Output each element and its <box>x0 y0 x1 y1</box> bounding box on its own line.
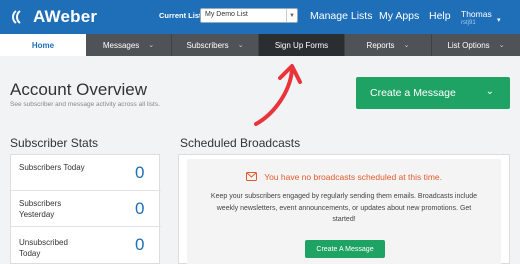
current-list-label: Current List: <box>159 11 204 20</box>
logo-text: AWeber <box>33 7 98 26</box>
subscriber-stats-panel: Subscribers Today 0 Subscribers Yesterda… <box>10 154 161 264</box>
create-message-label: Create a Message <box>370 87 456 99</box>
scheduled-broadcasts-panel: You have no broadcasts scheduled at this… <box>178 154 510 264</box>
tab-home-label: Home <box>31 40 55 50</box>
current-list-value: My Demo List <box>205 11 248 18</box>
broadcasts-empty-state: You have no broadcasts scheduled at this… <box>187 159 501 264</box>
stat-value[interactable]: 0 <box>135 235 144 255</box>
chevron-down-icon: ▼ <box>286 9 297 22</box>
stat-row: Subscribers Today 0 <box>11 155 161 191</box>
stat-label: Subscribers Today <box>19 163 85 172</box>
tab-sign-up-forms-label: Sign Up Forms <box>274 40 329 50</box>
scheduled-broadcasts-title: Scheduled Broadcasts <box>180 136 301 150</box>
main-nav: Home Messages ⌄ Subscribers ⌄ Sign Up Fo… <box>0 34 520 56</box>
stat-value[interactable]: 0 <box>135 199 144 219</box>
manage-lists-link[interactable]: Manage Lists <box>310 10 372 22</box>
aweber-logo-icon <box>10 7 30 27</box>
user-account-id: rstj91 <box>461 20 476 26</box>
chevron-down-icon: ⌄ <box>403 42 410 49</box>
tab-sign-up-forms[interactable]: Sign Up Forms <box>259 34 345 56</box>
tab-subscribers-label: Subscribers <box>186 40 229 50</box>
chevron-down-icon: ⌄ <box>498 42 505 49</box>
stat-label: Subscribers Yesterday <box>19 199 62 219</box>
page-subtitle: See subscriber and message activity acro… <box>10 101 160 108</box>
stat-row: Subscribers Yesterday 0 <box>11 191 161 227</box>
stat-row: Unsubscribed Today 0 <box>11 227 161 263</box>
tab-subscribers[interactable]: Subscribers ⌄ <box>172 34 259 56</box>
subscriber-stats-title: Subscriber Stats <box>10 136 99 150</box>
create-message-button[interactable]: Create a Message ⌄ <box>356 77 510 109</box>
page-title: Account Overview <box>10 80 147 99</box>
help-link[interactable]: Help <box>429 10 451 22</box>
mail-icon <box>245 172 257 183</box>
chevron-down-icon: ⌄ <box>237 42 244 49</box>
tab-list-options[interactable]: List Options ⌄ <box>432 34 520 56</box>
tab-list-options-label: List Options <box>447 40 490 50</box>
tab-reports[interactable]: Reports ⌄ <box>345 34 432 56</box>
broadcasts-alert-text: You have no broadcasts scheduled at this… <box>264 172 443 182</box>
tab-messages[interactable]: Messages ⌄ <box>86 34 172 56</box>
stat-label: Unsubscribed Today <box>19 238 68 258</box>
user-menu-caret-icon[interactable]: ▾ <box>497 16 501 24</box>
current-list-select[interactable]: My Demo List ▼ <box>200 8 298 23</box>
create-a-message-button[interactable]: Create A Message <box>305 240 385 258</box>
chevron-down-icon: ⌄ <box>148 42 155 49</box>
tab-messages-label: Messages <box>102 40 140 50</box>
broadcasts-alert: You have no broadcasts scheduled at this… <box>187 172 501 183</box>
tab-home[interactable]: Home <box>0 34 86 56</box>
stat-value[interactable]: 0 <box>135 163 144 183</box>
top-header: AWeber Current List: My Demo List ▼ Mana… <box>0 0 520 34</box>
annotation-arrow-icon <box>254 64 302 126</box>
broadcasts-description: Keep your subscribers engaged by regular… <box>210 193 478 223</box>
chevron-down-icon[interactable]: ⌄ <box>486 86 494 97</box>
aweber-logo[interactable]: AWeber <box>10 7 97 27</box>
my-apps-link[interactable]: My Apps <box>379 10 419 22</box>
user-name[interactable]: Thomas <box>461 9 492 19</box>
tab-reports-label: Reports <box>366 40 395 50</box>
